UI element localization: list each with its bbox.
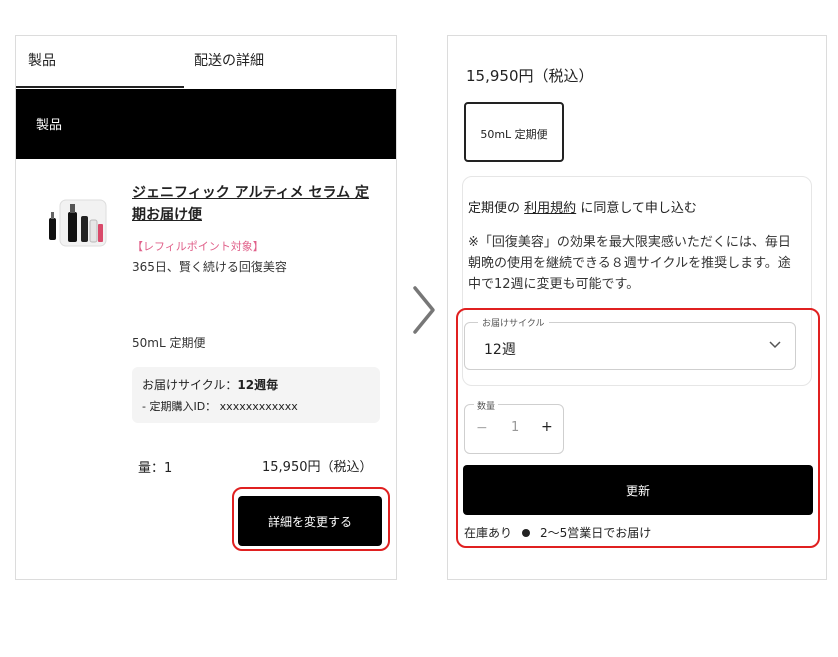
delivery-cycle-select-label: お届けサイクル [478,316,549,329]
agree-prefix: 定期便の [468,201,521,216]
section-header-label: 製品 [36,118,63,133]
tab-product[interactable]: 製品 [28,50,56,70]
section-header: 製品 [16,89,396,159]
tab-underline [16,86,184,88]
quantity-value[interactable]: 1 [511,420,519,435]
product-tagline: 365日、賢く続ける回復美容 [132,260,287,274]
stock-status: 在庫あり [464,526,513,540]
quantity-stepper-label: 数量 [474,399,499,412]
variant-option-label: 50mL 定期便 [480,128,548,141]
agree-suffix: に同意して申し込む [580,201,697,216]
chevron-down-icon [769,341,781,349]
dot-icon [522,529,530,537]
recommendation-note: ※「回復美容」の効果を最大限実感いただくには、毎日朝晩の使用を継続できる８週サイ… [468,235,791,292]
chevron-right-icon [413,286,435,334]
price: 15,950円（税込） [466,67,594,85]
product-variant: 50mL 定期便 [132,336,206,350]
refill-point-badge: 【レフィルポイント対象】 [132,240,264,253]
update-button[interactable]: 更新 [463,465,813,515]
terms-link[interactable]: 利用規約 [524,201,576,216]
tab-delivery-details[interactable]: 配送の詳細 [194,50,264,70]
product-image [49,199,107,247]
product-price: 15,950円（税込） [262,460,373,475]
product-panel: 製品 配送の詳細 製品 ジェニフィック アルティメ セラム 定期お届け便 【レフ… [15,35,397,580]
edit-subscription-panel: 15,950円（税込） 50mL 定期便 定期便の 利用規約 に同意して申し込む… [447,35,827,580]
product-title-link[interactable]: ジェニフィック アルティメ セラム 定期お届け便 [132,182,382,226]
quantity-label: 量：1 [138,461,173,476]
terms-agreement: 定期便の 利用規約 に同意して申し込む [468,197,697,216]
delivery-cycle-label: お届けサイクル： [142,378,238,392]
subscription-id: - 定期購入ID： xxxxxxxxxxxx [142,400,298,413]
delivery-cycle-value: 12週毎 [237,378,279,392]
subscription-info-box: お届けサイクル：12週毎 - 定期購入ID： xxxxxxxxxxxx [132,367,380,423]
change-details-button[interactable]: 詳細を変更する [238,496,382,546]
variant-option-50ml[interactable]: 50mL 定期便 [464,102,564,162]
delivery-cycle-select-value: 12週 [484,342,516,358]
quantity-increment-button[interactable]: + [541,419,553,435]
delivery-cycle-line: お届けサイクル：12週毎 [142,376,278,393]
tab-bar: 製品 配送の詳細 [16,36,396,88]
quantity-decrement-button[interactable]: − [476,420,488,436]
delivery-eta: 2〜5営業日でお届け [540,526,652,540]
